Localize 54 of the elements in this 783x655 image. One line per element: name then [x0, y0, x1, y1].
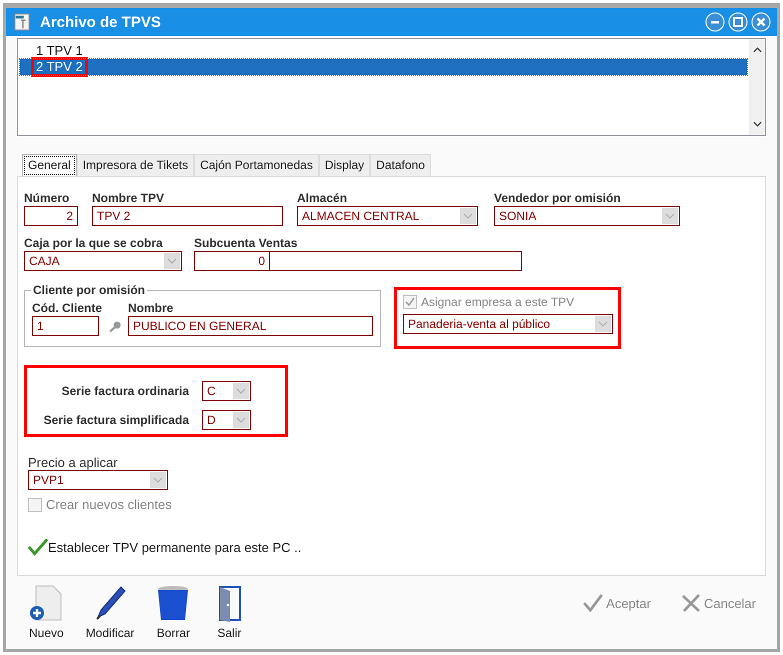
maximize-icon[interactable] [728, 12, 748, 32]
tab[interactable]: Display [318, 154, 370, 176]
input-field[interactable]: TPV 2 [92, 206, 283, 226]
field-label: Cód. Cliente [32, 301, 102, 316]
key-icon[interactable] [108, 319, 122, 334]
checkbox-label: Asignar empresa a este TPV [421, 295, 574, 309]
field-label: Vendedor por omisión [494, 191, 622, 206]
dropdown[interactable]: C [202, 380, 251, 400]
tab[interactable]: Impresora de Tikets [76, 154, 194, 176]
minimize-icon[interactable] [705, 12, 725, 32]
field-label: Caja por la que se cobra [24, 236, 164, 251]
toolbar-button[interactable]: Salir [212, 584, 246, 649]
scrollbar[interactable] [749, 39, 765, 135]
list-item[interactable]: 1 TPV 1 [20, 43, 747, 59]
dropdown[interactable]: D [202, 410, 251, 430]
toolbar-button[interactable]: Nuevo [29, 584, 64, 649]
set-permanent-link[interactable]: Establecer TPV permanente para este PC .. [28, 538, 302, 556]
checkbox-label: Crear nuevos clientes [46, 497, 172, 512]
field-label: Almacén [297, 191, 348, 206]
item-label: 2 TPV 2 [34, 60, 85, 74]
window-title: Archivo de TPVS [40, 14, 162, 30]
input-field[interactable]: PUBLICO EN GENERAL [128, 316, 373, 336]
close-icon[interactable] [751, 12, 771, 32]
input-field[interactable]: 1 [32, 316, 99, 336]
field-label: Subcuenta Ventas [194, 236, 298, 251]
scroll-down-icon[interactable] [752, 121, 762, 127]
scroll-up-icon[interactable] [752, 47, 762, 53]
list-item[interactable]: 2 TPV 2 [20, 59, 747, 75]
dropdown[interactable]: SONIA [494, 206, 680, 226]
field-label: Precio a aplicar [28, 455, 119, 470]
toolbar-button[interactable]: Modificar [86, 584, 134, 649]
field-label: Serie factura ordinaria [62, 384, 189, 398]
document-icon [14, 12, 30, 32]
checkmark-icon [583, 594, 604, 612]
new-document-icon [29, 584, 64, 622]
group-title: Cliente por omisión [31, 283, 148, 297]
input-field[interactable]: 0 [194, 251, 270, 271]
input-field[interactable]: 2 [24, 206, 78, 226]
toolbar-button[interactable]: Borrar [156, 584, 190, 649]
trash-bin-icon [156, 584, 190, 622]
input-field[interactable] [269, 251, 522, 271]
dropdown[interactable]: CAJA [24, 251, 182, 271]
tab[interactable]: Datafono [370, 154, 431, 176]
field-label: Número [24, 191, 70, 206]
cross-icon [680, 594, 701, 612]
field-label: Nombre TPV [92, 191, 166, 206]
field-label: Serie factura simplificada [44, 412, 189, 426]
field-label: Nombre [128, 301, 174, 316]
dropdown[interactable]: PVP1 [28, 470, 168, 490]
tab[interactable]: Cajón Portamonedas [194, 154, 319, 176]
checkmark-icon [28, 538, 48, 556]
tab[interactable]: General [22, 154, 77, 177]
item-label: 1 TPV 1 [35, 44, 84, 58]
dropdown[interactable]: ALMACEN CENTRAL [297, 206, 478, 226]
